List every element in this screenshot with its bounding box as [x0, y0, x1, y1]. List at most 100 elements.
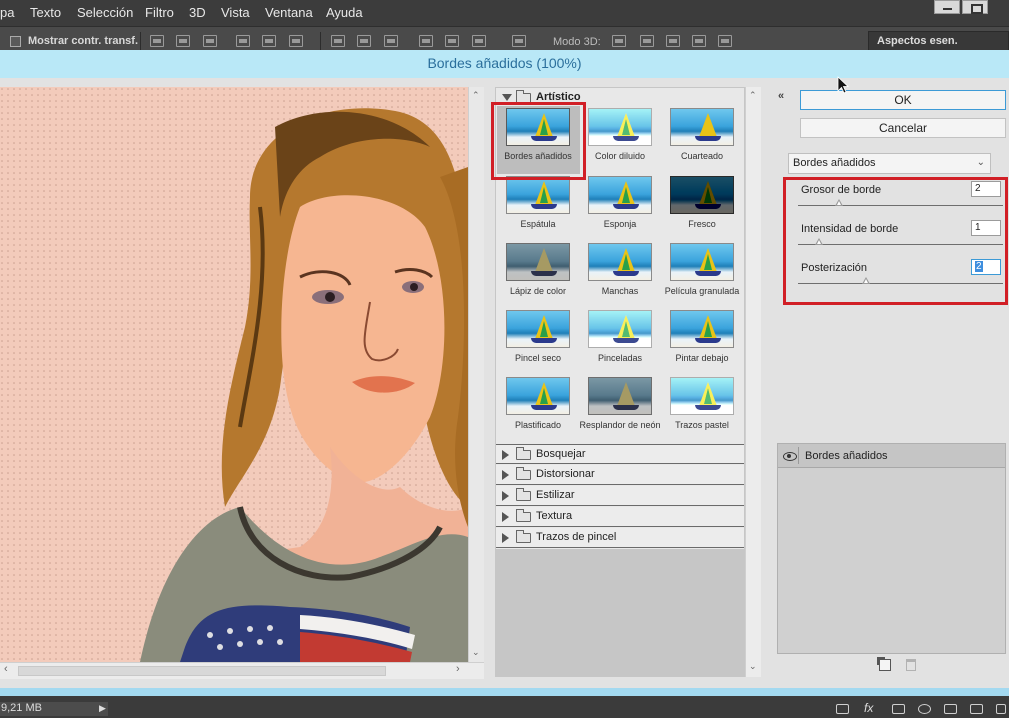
filter-thumb-pincel-seco[interactable]: [506, 310, 570, 348]
filter-thumb-fresco[interactable]: [670, 176, 734, 214]
filter-label: Resplandor de neón: [579, 420, 661, 430]
minimize-button[interactable]: [934, 0, 960, 14]
param-slider-knob-grosor[interactable]: [835, 199, 843, 206]
filter-thumb-lapiz-de-color[interactable]: [506, 243, 570, 281]
align-vcenter-icon[interactable]: [176, 35, 190, 47]
menu-item-3d[interactable]: 3D: [189, 5, 206, 20]
dialog-title: Bordes añadidos (100%): [0, 50, 1009, 78]
ok-button[interactable]: OK: [800, 90, 1006, 110]
scroll-right-icon[interactable]: ›: [456, 663, 460, 675]
filter-thumb-pelicula-granulada[interactable]: [670, 243, 734, 281]
distribute-left-icon[interactable]: [419, 35, 433, 47]
param-input-posterizacion[interactable]: 2: [971, 259, 1001, 275]
adjustment-layer-icon[interactable]: [918, 704, 931, 714]
param-label-intensidad: Intensidad de borde: [801, 223, 899, 235]
roll3d-icon[interactable]: [640, 35, 654, 47]
menu-item-texto[interactable]: Texto: [30, 5, 61, 20]
effect-layer-row[interactable]: Bordes añadidos: [778, 444, 1005, 468]
distribute-hcenter-icon[interactable]: [445, 35, 459, 47]
dialog-bottom-bar: [0, 688, 1009, 696]
category-header-distorsionar[interactable]: Distorsionar: [496, 465, 744, 485]
param-input-intensidad[interactable]: 1: [971, 220, 1001, 236]
rotate3d-icon[interactable]: [612, 35, 626, 47]
category-header-estilizar[interactable]: Estilizar: [496, 486, 744, 506]
align-left-icon[interactable]: [236, 35, 250, 47]
menu-item-ventana[interactable]: Ventana: [265, 5, 313, 20]
filter-select-value: Bordes añadidos: [793, 157, 876, 169]
param-slider-track[interactable]: [798, 283, 1003, 284]
status-menu-arrow-icon[interactable]: ▶: [99, 703, 106, 714]
maximize-button[interactable]: [962, 0, 988, 14]
filter-thumb-pintar-debajo[interactable]: [670, 310, 734, 348]
separator: [140, 32, 141, 50]
filter-thumb-manchas[interactable]: [588, 243, 652, 281]
align-right-icon[interactable]: [289, 35, 303, 47]
distribute-right-icon[interactable]: [472, 35, 486, 47]
gallery-scrollbar[interactable]: ⌃ ⌄: [745, 87, 761, 677]
distribute-top-icon[interactable]: [331, 35, 345, 47]
menu-item-filtro[interactable]: Filtro: [145, 5, 174, 20]
camera3d-icon[interactable]: [718, 35, 732, 47]
preview-horizontal-scrollbar[interactable]: ‹ ›: [0, 662, 484, 679]
menu-item-seleccion[interactable]: Selección: [77, 5, 133, 20]
scroll-down-icon[interactable]: ⌄: [472, 647, 480, 658]
menu-item-vista[interactable]: Vista: [221, 5, 250, 20]
filter-thumb-espatula[interactable]: [506, 176, 570, 214]
filter-thumb-plastificado[interactable]: [506, 377, 570, 415]
filter-label: Pintar debajo: [675, 353, 729, 363]
menu-item-ayuda[interactable]: Ayuda: [326, 5, 363, 20]
filter-label: Fresco: [688, 219, 716, 229]
distribute-vcenter-icon[interactable]: [357, 35, 371, 47]
scroll-left-icon[interactable]: ‹: [4, 663, 8, 675]
preview-vertical-scrollbar[interactable]: ⌃ ⌄: [468, 87, 484, 662]
new-layer-icon[interactable]: [970, 704, 983, 714]
param-slider-knob-intensidad[interactable]: [814, 238, 823, 245]
eye-icon[interactable]: [781, 447, 799, 464]
param-slider-knob-posterizacion[interactable]: [861, 277, 870, 284]
auto-align-icon[interactable]: [512, 35, 526, 47]
align-hcenter-icon[interactable]: [262, 35, 276, 47]
new-effect-layer-icon[interactable]: [877, 657, 891, 671]
category-header-textura[interactable]: Textura: [496, 507, 744, 527]
category-header-trazos-de-pincel[interactable]: Trazos de pincel: [496, 528, 744, 548]
param-value-selected: 2: [975, 261, 983, 272]
category-header-bosquejar[interactable]: Bosquejar: [496, 444, 744, 464]
param-input-grosor[interactable]: 2: [971, 181, 1001, 197]
mouse-cursor-icon: [837, 76, 849, 94]
filter-thumb-esponja[interactable]: [588, 176, 652, 214]
group-folder-icon[interactable]: [944, 704, 957, 714]
folder-icon: [516, 488, 531, 501]
workspace-select[interactable]: Aspectos esen.: [868, 31, 1009, 51]
slide3d-icon[interactable]: [692, 35, 706, 47]
cancel-button[interactable]: Cancelar: [800, 118, 1006, 138]
link-layers-icon[interactable]: [836, 704, 849, 714]
filter-thumb-resplandor-de-neon[interactable]: [588, 377, 652, 415]
collapse-gallery-icon[interactable]: «: [778, 90, 784, 102]
align-bottom-icon[interactable]: [203, 35, 217, 47]
scroll-up-icon[interactable]: ⌃: [472, 90, 480, 101]
category-label: Textura: [536, 510, 573, 522]
filter-thumb-color-diluido[interactable]: [588, 108, 652, 146]
scroll-up-icon[interactable]: ⌃: [749, 90, 757, 101]
menu-item-mapa[interactable]: pa: [0, 5, 14, 20]
trash-icon[interactable]: [906, 659, 916, 671]
filter-thumb-cuarteado[interactable]: [670, 108, 734, 146]
filter-thumb-pinceladas[interactable]: [588, 310, 652, 348]
filter-label: Lápiz de color: [509, 286, 567, 296]
horizontal-scroll-thumb[interactable]: [18, 666, 386, 676]
delete-layer-icon[interactable]: [996, 704, 1006, 714]
filter-select[interactable]: Bordes añadidos ⌄: [788, 153, 991, 174]
distribute-bottom-icon[interactable]: [384, 35, 398, 47]
layer-style-icon[interactable]: fx: [864, 701, 873, 715]
show-transform-label: Mostrar contr. transf.: [28, 35, 139, 47]
filter-thumb-trazos-pastel[interactable]: [670, 377, 734, 415]
show-transform-checkbox[interactable]: [10, 36, 21, 47]
align-top-icon[interactable]: [150, 35, 164, 47]
param-slider-track[interactable]: [798, 244, 1003, 245]
scroll-down-icon[interactable]: ⌄: [749, 661, 757, 672]
drag3d-icon[interactable]: [666, 35, 680, 47]
image-preview[interactable]: [0, 87, 468, 662]
add-mask-icon[interactable]: [892, 704, 905, 714]
expand-down-icon: [502, 94, 512, 101]
param-slider-track[interactable]: [798, 205, 1003, 206]
